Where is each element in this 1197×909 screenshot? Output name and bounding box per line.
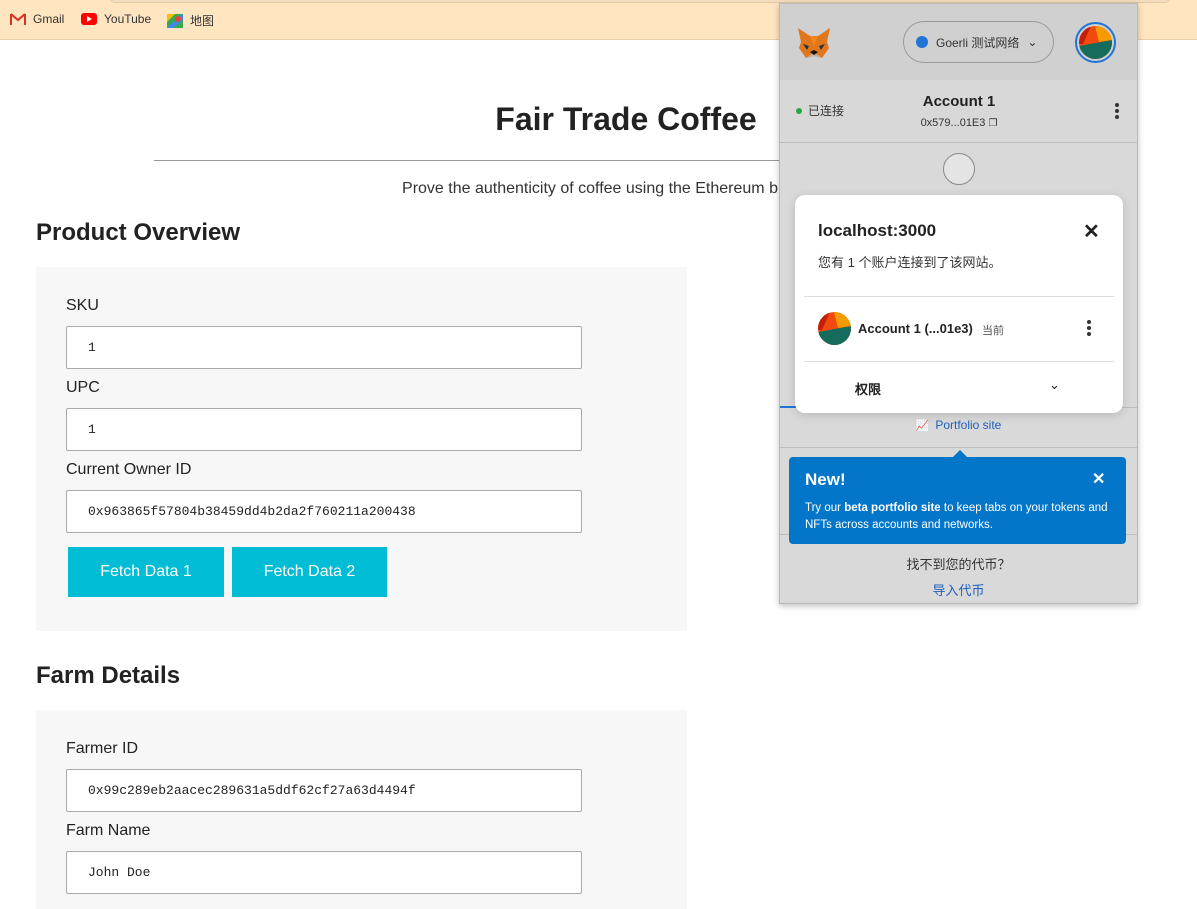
network-name: Goerli 测试网络 <box>936 35 1020 50</box>
farm-details-heading: Farm Details <box>36 662 181 689</box>
farm-name-input[interactable]: John Doe <box>66 851 582 894</box>
bookmark-maps[interactable]: 地图 <box>167 12 214 29</box>
chart-icon: 📈 <box>915 420 930 432</box>
metamask-header: Goerli 测试网络 ⌄ <box>780 4 1137 80</box>
portfolio-site-link[interactable]: 📈 Portfolio site <box>780 418 1137 432</box>
farm-details-panel: Farmer ID 0x99c289eb2aacec289631a5ddf62c… <box>36 710 687 909</box>
maps-icon <box>167 13 183 28</box>
account-avatar-icon <box>818 312 851 345</box>
bookmark-youtube[interactable]: YouTube <box>81 12 151 26</box>
network-status-dot <box>916 36 928 48</box>
account-avatar-icon <box>1079 26 1112 59</box>
active-tab-indicator <box>780 406 796 408</box>
sku-label: SKU <box>66 297 99 314</box>
connected-dot-icon <box>796 107 802 114</box>
tooltip-body: Try our beta portfolio site to keep tabs… <box>805 500 1115 534</box>
gmail-icon <box>10 13 26 25</box>
chevron-down-icon: ⌄ <box>1027 35 1038 49</box>
account-bar: 已连接 Account 1 0x579...01E3 ❐ <box>780 81 1137 143</box>
metamask-fox-icon <box>798 28 830 58</box>
account-options-icon[interactable] <box>1085 320 1093 340</box>
upc-input[interactable]: 1 <box>66 408 582 451</box>
connected-account-name: Account 1 (...01e3) <box>858 321 973 336</box>
bookmark-gmail[interactable]: Gmail <box>10 12 64 26</box>
loading-spinner-icon <box>943 153 975 185</box>
divider <box>780 447 1137 448</box>
page-subtitle: Prove the authenticity of coffee using t… <box>402 180 778 197</box>
bookmark-label: YouTube <box>104 12 152 26</box>
import-tokens-link[interactable]: 导入代币 <box>780 580 1137 599</box>
copy-icon: ❐ <box>988 118 998 129</box>
close-icon[interactable]: ✕ <box>1083 219 1100 244</box>
owner-id-label: Current Owner ID <box>66 461 192 478</box>
current-account-tag: 当前 <box>982 325 1004 337</box>
divider <box>804 361 1114 362</box>
close-icon[interactable]: ✕ <box>1092 469 1105 489</box>
upc-label: UPC <box>66 379 100 396</box>
permissions-toggle[interactable]: 权限 <box>855 379 881 398</box>
farmer-id-label: Farmer ID <box>66 740 138 757</box>
account-name[interactable]: Account 1 <box>880 93 1038 110</box>
farm-name-label: Farm Name <box>66 822 151 839</box>
bookmark-label: Gmail <box>33 12 65 26</box>
connection-status-label: 已连接 <box>808 104 845 118</box>
youtube-icon <box>81 13 97 25</box>
account-address-copy[interactable]: 0x579...01E3 ❐ <box>880 117 1038 129</box>
new-feature-tooltip: New! ✕ Try our beta portfolio site to ke… <box>789 457 1126 544</box>
portfolio-site-label: Portfolio site <box>935 418 1002 432</box>
account-options-icon[interactable] <box>1113 103 1121 123</box>
divider <box>804 296 1114 297</box>
account-address: 0x579...01E3 <box>920 117 986 129</box>
connected-site-title: localhost:3000 <box>818 221 937 240</box>
farmer-id-input[interactable]: 0x99c289eb2aacec289631a5ddf62cf27a63d449… <box>66 769 582 812</box>
tooltip-title: New! <box>805 470 846 489</box>
tooltip-bold-link[interactable]: beta portfolio site <box>844 502 940 514</box>
connected-accounts-description: 您有 1 个账户连接到了该网站。 <box>818 255 1002 270</box>
page-title: Fair Trade Coffee <box>495 101 757 137</box>
token-not-found-text: 找不到您的代币？ <box>906 557 1011 572</box>
title-divider <box>154 160 854 161</box>
chevron-down-icon[interactable]: ⌄ <box>1049 377 1060 393</box>
product-overview-panel: SKU 1 UPC 1 Current Owner ID 0x963865f57… <box>36 267 687 631</box>
tooltip-text-start: Try our <box>805 502 845 514</box>
connection-status[interactable]: 已连接 <box>796 102 844 119</box>
owner-id-input[interactable]: 0x963865f57804b38459dd4b2da2f760211a2004… <box>66 490 582 533</box>
fetch-data-2-button[interactable]: Fetch Data 2 <box>232 547 387 597</box>
account-avatar-button[interactable] <box>1075 22 1116 63</box>
connected-sites-dialog: localhost:3000 ✕ 您有 1 个账户连接到了该网站。 Accoun… <box>795 195 1123 413</box>
sku-input[interactable]: 1 <box>66 326 582 369</box>
fetch-data-1-button[interactable]: Fetch Data 1 <box>68 547 224 597</box>
bookmark-label: 地图 <box>190 14 215 28</box>
network-selector[interactable]: Goerli 测试网络 ⌄ <box>903 21 1054 63</box>
product-overview-heading: Product Overview <box>36 219 241 246</box>
